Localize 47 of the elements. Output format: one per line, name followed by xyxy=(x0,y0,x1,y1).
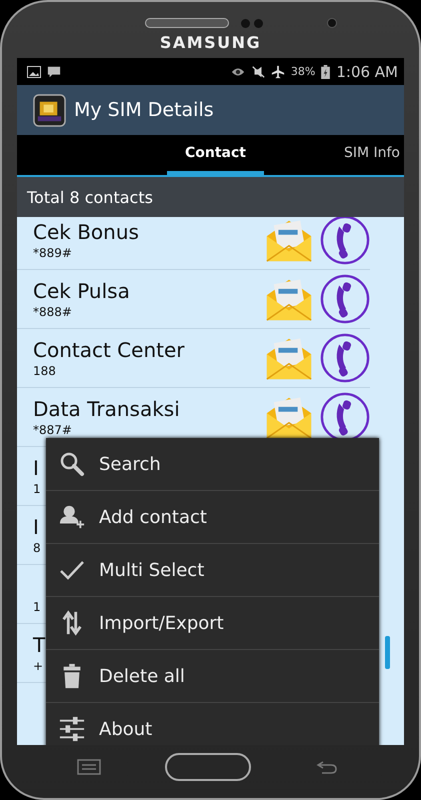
contact-number: *887# xyxy=(33,424,72,436)
mute-icon xyxy=(250,64,265,78)
list-row[interactable]: Cek Pulsa *888# xyxy=(17,270,370,329)
phone-call-icon[interactable] xyxy=(320,217,370,266)
contact-name: I xyxy=(33,456,39,478)
phone-call-icon[interactable] xyxy=(320,273,370,325)
menu-item[interactable]: Import/Export xyxy=(46,597,379,650)
menu-item[interactable]: Search xyxy=(46,438,379,491)
sliders-icon xyxy=(59,716,85,742)
camera-lens xyxy=(326,18,336,28)
battery-icon xyxy=(321,64,330,78)
app-title: My SIM Details xyxy=(74,99,214,121)
contact-name: Contact Center xyxy=(33,338,184,360)
contact-count: Total 8 contacts xyxy=(27,188,153,206)
contact-name: T xyxy=(33,634,46,656)
battery-percent: 38% xyxy=(290,65,316,78)
contact-name: Data Transaksi xyxy=(33,398,180,420)
app-icon[interactable] xyxy=(33,94,66,126)
airplane-icon xyxy=(270,64,285,78)
brand-logo: SAMSUNG xyxy=(160,34,262,52)
phone-call-icon[interactable] xyxy=(320,332,370,384)
menu-key-icon[interactable] xyxy=(77,758,101,774)
contact-name: I xyxy=(33,516,39,538)
list-row[interactable]: Contact Center 188 xyxy=(17,329,370,388)
add-contact-icon xyxy=(59,504,85,530)
contact-number: *888# xyxy=(33,306,72,318)
scrollbar[interactable] xyxy=(385,636,390,669)
list-row[interactable]: Cek Bonus *889# xyxy=(17,217,370,270)
contact-number: + xyxy=(33,660,44,672)
chat-icon xyxy=(47,64,61,78)
contact-name: Cek Bonus xyxy=(33,220,139,242)
menu-item[interactable]: Add contact xyxy=(46,491,379,544)
image-icon xyxy=(27,64,41,78)
search-icon xyxy=(59,451,85,477)
contact-number: 1 xyxy=(33,482,41,496)
home-button[interactable] xyxy=(165,752,251,780)
contact-number: *889# xyxy=(33,246,72,260)
tab[interactable]: SIM Info xyxy=(344,135,404,175)
contact-number: 1 xyxy=(33,600,41,614)
menu-item[interactable]: Delete all xyxy=(46,650,379,703)
menu-item[interactable]: Multi Select xyxy=(46,544,379,597)
clock: 1:06 AM xyxy=(336,62,398,80)
contact-number: 188 xyxy=(33,364,56,378)
menu-item[interactable]: About xyxy=(46,703,379,745)
back-key-icon[interactable] xyxy=(315,758,339,774)
contact-name: Cek Pulsa xyxy=(33,280,130,302)
contact-number: 8 xyxy=(33,542,41,554)
